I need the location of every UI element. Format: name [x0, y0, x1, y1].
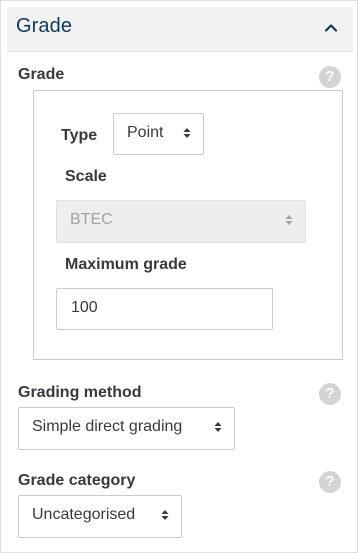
grading-method-help-icon[interactable]: ?: [319, 383, 341, 405]
grading-method-value: Simple direct grading: [32, 418, 183, 435]
scale-select-value: BTEC: [70, 211, 113, 228]
chevron-up-icon[interactable]: [323, 20, 339, 36]
grading-method-label: Grading method: [18, 384, 142, 401]
grade-category-help-icon[interactable]: ?: [319, 471, 341, 493]
select-arrows-icon: [161, 510, 169, 520]
grade-category-select[interactable]: Uncategorised: [18, 495, 182, 538]
max-grade-value: 100: [71, 299, 98, 316]
select-arrows-icon: [285, 215, 293, 225]
grade-category-label: Grade category: [18, 472, 136, 489]
grade-settings-panel: Grade Grade ? Type Point Scale BTEC Maxi…: [0, 0, 358, 553]
type-select[interactable]: Point: [113, 113, 204, 155]
section-title: Grade: [16, 15, 73, 37]
select-arrows-icon: [183, 128, 191, 138]
type-select-value: Point: [127, 124, 164, 141]
max-grade-input[interactable]: 100: [56, 288, 273, 330]
grade-category-value: Uncategorised: [32, 506, 136, 523]
type-label: Type: [61, 127, 98, 144]
max-grade-label: Maximum grade: [65, 256, 187, 273]
grade-section-header[interactable]: Grade: [7, 7, 353, 52]
scale-select: BTEC: [56, 200, 306, 243]
scale-label: Scale: [65, 168, 107, 185]
grade-label: Grade: [18, 66, 65, 83]
select-arrows-icon: [214, 422, 222, 432]
grading-method-select[interactable]: Simple direct grading: [18, 407, 235, 450]
grade-help-icon[interactable]: ?: [319, 66, 341, 88]
